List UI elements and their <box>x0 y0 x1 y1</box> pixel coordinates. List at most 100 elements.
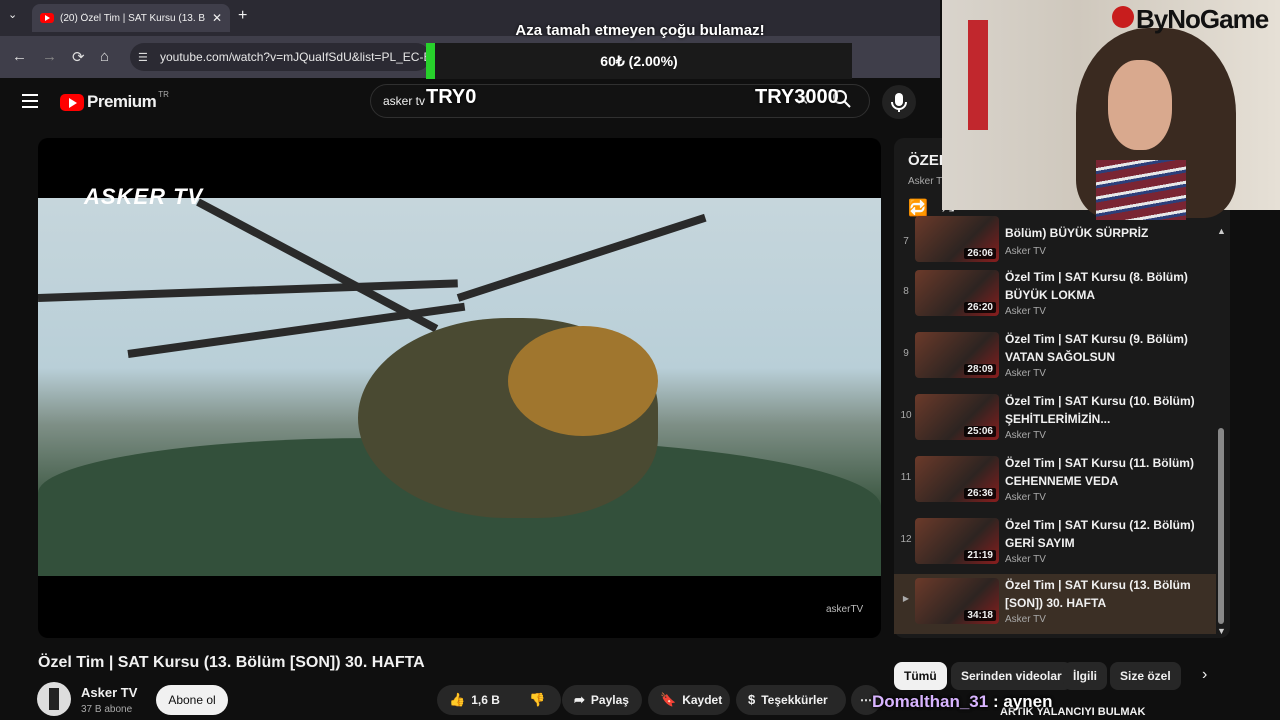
playlist-item-title: Özel Tim | SAT Kursu (12. Bölüm) GERİ SA… <box>1005 518 1195 550</box>
duration-badge: 28:09 <box>964 364 996 375</box>
share-icon: ➦ <box>574 692 585 707</box>
home-button[interactable]: ⌂ <box>100 48 109 65</box>
rotor-blade <box>38 279 458 302</box>
playlist-item-index: 7 <box>903 236 909 247</box>
chip-all[interactable]: Tümü <box>894 662 947 690</box>
playlist-item-channel: Asker TV <box>1005 492 1046 503</box>
bookmark-icon: 🔖 <box>660 692 677 707</box>
donation-max-label: TRY3000 <box>755 86 839 108</box>
scroll-up-icon[interactable]: ▲ <box>1217 226 1226 236</box>
super-thanks-icon: $ <box>748 692 756 707</box>
site-info-icon[interactable]: ☰ <box>138 51 148 64</box>
playlist-item[interactable]: 11 26:36 Özel Tim | SAT Kursu (11. Bölüm… <box>894 452 1216 512</box>
playlist-item-thumbnail: 26:36 <box>915 456 999 502</box>
asker-tv-watermark-small: askerTV <box>826 604 864 615</box>
duration-badge: 21:19 <box>964 550 996 561</box>
duration-badge: 26:20 <box>964 302 996 313</box>
donation-min-label: TRY0 <box>426 86 477 108</box>
chip-series-videos[interactable]: Serinden videolar <box>951 662 1072 690</box>
like-count: 1,6 B <box>471 693 500 707</box>
now-playing-icon: ▶ <box>902 594 910 603</box>
asker-tv-watermark: ASKER TV <box>84 184 204 209</box>
playlist-item[interactable]: 12 21:19 Özel Tim | SAT Kursu (12. Bölüm… <box>894 514 1216 574</box>
playlist-item-channel: Asker TV <box>1005 368 1046 379</box>
chat-username: Domalthan_31 <box>872 692 989 711</box>
logo-premium-text: Premium <box>87 92 157 111</box>
subscriber-count: 37 B abone <box>81 704 133 715</box>
playlist-item[interactable]: 8 26:20 Özel Tim | SAT Kursu (8. Bölüm) … <box>894 266 1216 326</box>
thanks-label: Teşekkürler <box>761 693 828 707</box>
thumbs-down-icon: 👎 <box>529 692 546 707</box>
channel-name[interactable]: Asker TV <box>81 685 137 700</box>
chat-text: : aynen <box>992 692 1053 711</box>
share-button[interactable]: ➦ Paylaş <box>562 685 642 715</box>
chat-message: Domalthan_31 : aynen <box>872 692 1052 712</box>
forward-button[interactable]: → <box>42 48 57 65</box>
helicopter-nose <box>508 326 658 436</box>
playlist-item-channel: Asker TV <box>1005 554 1046 565</box>
browser-tab-active[interactable]: (20) Özel Tim | SAT Kursu (13. B ✕ <box>32 4 230 32</box>
scroll-down-icon[interactable]: ▼ <box>1217 626 1226 636</box>
like-button[interactable]: 👍 1,6 B <box>437 692 500 707</box>
duration-badge: 25:06 <box>964 426 996 437</box>
bynogame-brand: ByNoGame <box>1136 4 1269 34</box>
chevron-right-icon[interactable]: › <box>1202 666 1207 684</box>
reload-button[interactable]: ⟳ <box>72 48 85 66</box>
chip-for-you[interactable]: Size özel <box>1110 662 1181 690</box>
playlist-item-thumbnail: 21:19 <box>915 518 999 564</box>
playlist-item[interactable]: 10 25:06 Özel Tim | SAT Kursu (10. Bölüm… <box>894 390 1216 450</box>
playlist-scrollbar[interactable] <box>1218 428 1224 624</box>
new-tab-button[interactable]: + <box>238 8 247 24</box>
tab-list-chevron-icon[interactable]: ⌄ <box>8 8 17 21</box>
playlist-item-channel: Asker TV <box>1005 614 1046 625</box>
playlist-item-title: Özel Tim | SAT Kursu (10. Bölüm) ŞEHİTLE… <box>1005 394 1195 426</box>
playlist-item-title: Özel Tim | SAT Kursu (13. Bölüm [SON]) 3… <box>1005 578 1191 610</box>
dislike-button[interactable]: 👎 <box>517 685 551 715</box>
youtube-logo[interactable]: Premium TR <box>60 89 169 112</box>
playlist-item-thumbnail: 26:06 <box>915 216 999 262</box>
like-dislike-group: 👍 1,6 B 👎 <box>437 685 561 715</box>
channel-avatar[interactable] <box>37 682 71 716</box>
playlist-item-thumbnail: 26:20 <box>915 270 999 316</box>
youtube-favicon-icon <box>40 13 54 23</box>
playlist-subtitle: Asker T <box>908 176 943 187</box>
webcam-flag <box>968 20 988 130</box>
thumbs-up-icon: 👍 <box>449 692 466 707</box>
playlist-item-title: Özel Tim | SAT Kursu (11. Bölüm) CEHENNE… <box>1005 456 1194 488</box>
webcam-person-face <box>1108 60 1172 150</box>
playlist-item-thumbnail: 34:18 <box>915 578 999 624</box>
playlist-item-channel: Asker TV <box>1005 306 1046 317</box>
youtube-play-icon <box>60 93 84 111</box>
webcam-person-shirt <box>1096 160 1186 220</box>
playlist-item-index: 8 <box>903 286 909 297</box>
hamburger-menu-icon[interactable] <box>22 94 38 108</box>
subscribe-button[interactable]: Abone ol <box>156 685 228 715</box>
back-button[interactable]: ← <box>12 48 27 65</box>
donation-goal-title: Aza tamah etmeyen çoğu bulamaz! <box>515 22 765 39</box>
playlist-item[interactable]: 9 28:09 Özel Tim | SAT Kursu (9. Bölüm) … <box>894 328 1216 388</box>
rotor-blade <box>456 213 707 302</box>
playlist-item-index: 10 <box>900 410 912 421</box>
video-frame <box>38 198 881 576</box>
share-label: Paylaş <box>590 693 629 707</box>
playlist-item-index: 9 <box>903 348 909 359</box>
duration-badge: 34:18 <box>964 610 996 621</box>
save-button[interactable]: 🔖 Kaydet <box>648 685 730 715</box>
video-player[interactable]: ASKER TV askerTV <box>38 138 881 638</box>
playlist-item-channel: Asker TV <box>1005 246 1046 257</box>
tab-close-icon[interactable]: ✕ <box>212 11 222 25</box>
video-title: Özel Tim | SAT Kursu (13. Bölüm [SON]) 3… <box>38 654 425 671</box>
country-code: TR <box>158 89 169 99</box>
playlist-item-title: Özel Tim | SAT Kursu (9. Bölüm) VATAN SA… <box>1005 332 1188 364</box>
tab-title: (20) Özel Tim | SAT Kursu (13. B <box>60 12 206 24</box>
duration-badge: 26:06 <box>964 248 996 259</box>
chip-related[interactable]: İlgili <box>1063 662 1107 690</box>
playlist-item-current[interactable]: ▶ 34:18 Özel Tim | SAT Kursu (13. Bölüm … <box>894 574 1216 634</box>
address-bar-input[interactable]: youtube.com/watch?v=mJQuaIfSdU&list=PL_E… <box>130 43 430 71</box>
loop-icon[interactable]: 🔁 <box>908 198 928 218</box>
thanks-button[interactable]: $ Teşekkürler <box>736 685 846 715</box>
microphone-icon <box>891 93 907 112</box>
voice-search-button[interactable] <box>882 85 916 119</box>
duration-badge: 26:36 <box>964 488 996 499</box>
playlist-item-channel: Asker TV <box>1005 430 1046 441</box>
